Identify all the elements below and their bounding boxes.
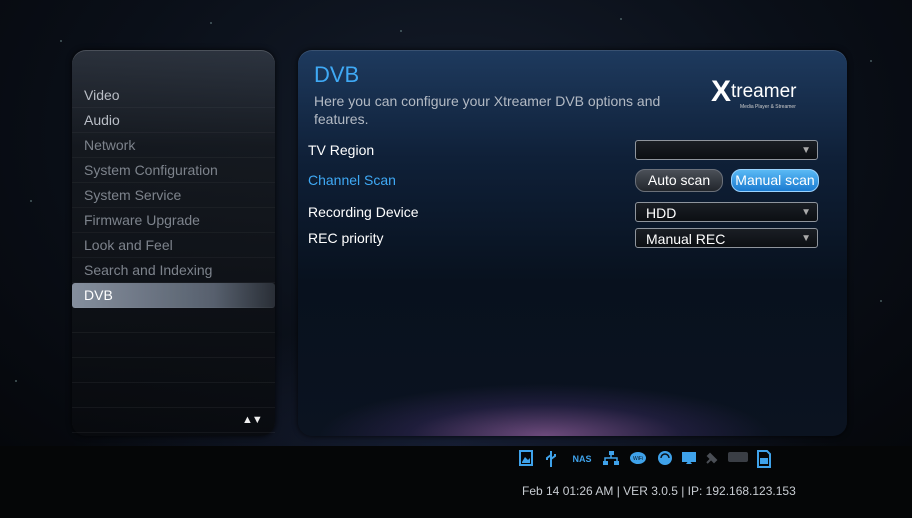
- menu-item-system-configuration[interactable]: System Configuration: [72, 158, 275, 183]
- menu-empty-slot: [72, 308, 275, 333]
- recording-device-value: HDD: [646, 205, 677, 221]
- settings-menu-panel: Video Audio Network System Configuration…: [72, 50, 275, 436]
- menu-item-audio[interactable]: Audio: [72, 108, 275, 133]
- usb-icon: [544, 450, 558, 468]
- tv-region-label: TV Region: [308, 142, 375, 158]
- menu-empty-slot: [72, 358, 275, 383]
- chevron-down-icon: ▼: [801, 233, 811, 244]
- satellite-icon: [704, 450, 720, 468]
- sd-card-icon: [756, 450, 772, 468]
- chevron-down-icon: ▼: [801, 207, 811, 218]
- dvb-settings-panel: DVB Here you can configure your Xtreamer…: [298, 50, 847, 436]
- menu-item-search-and-indexing[interactable]: Search and Indexing: [72, 258, 275, 283]
- menu-item-dvb[interactable]: DVB: [72, 283, 275, 308]
- photo-icon: [518, 450, 534, 468]
- auto-scan-button[interactable]: Auto scan: [635, 169, 723, 192]
- sync-icon: [656, 450, 674, 468]
- nas-icon: NAS: [572, 454, 592, 464]
- settings-menu: Video Audio Network System Configuration…: [72, 83, 275, 433]
- rec-priority-value: Manual REC: [646, 231, 726, 247]
- wifi-icon: WiFi: [628, 450, 648, 468]
- menu-empty-slot: [72, 333, 275, 358]
- xtreamer-logo: X treamer Media Player & Streamer: [711, 75, 797, 110]
- scroll-arrows-icon[interactable]: ▲▼: [242, 414, 263, 426]
- channel-scan-label: Channel Scan: [308, 172, 396, 188]
- recording-device-select[interactable]: HDD ▼: [635, 202, 818, 222]
- logo-tagline: Media Player & Streamer: [740, 104, 796, 110]
- chevron-down-icon: ▼: [801, 145, 811, 156]
- tv-region-select[interactable]: ▼: [635, 140, 818, 160]
- page-description: Here you can configure your Xtreamer DVB…: [314, 93, 661, 127]
- network-icon: [602, 450, 620, 468]
- display-icon: [680, 450, 698, 468]
- rec-priority-select[interactable]: Manual REC ▼: [635, 228, 818, 248]
- menu-empty-slot: [72, 383, 275, 408]
- page-title: DVB: [314, 62, 360, 87]
- svg-text:WiFi: WiFi: [633, 456, 643, 462]
- menu-item-video[interactable]: Video: [72, 83, 275, 108]
- menu-item-network[interactable]: Network: [72, 133, 275, 158]
- recording-device-label: Recording Device: [308, 204, 419, 220]
- status-info-text: Feb 14 01:26 AM | VER 3.0.5 | IP: 192.16…: [522, 484, 796, 498]
- manual-scan-button[interactable]: Manual scan: [731, 169, 819, 192]
- menu-item-look-and-feel[interactable]: Look and Feel: [72, 233, 275, 258]
- menu-item-firmware-upgrade[interactable]: Firmware Upgrade: [72, 208, 275, 233]
- menu-item-system-service[interactable]: System Service: [72, 183, 275, 208]
- rec-priority-label: REC priority: [308, 230, 384, 246]
- keyboard-icon: [726, 450, 750, 468]
